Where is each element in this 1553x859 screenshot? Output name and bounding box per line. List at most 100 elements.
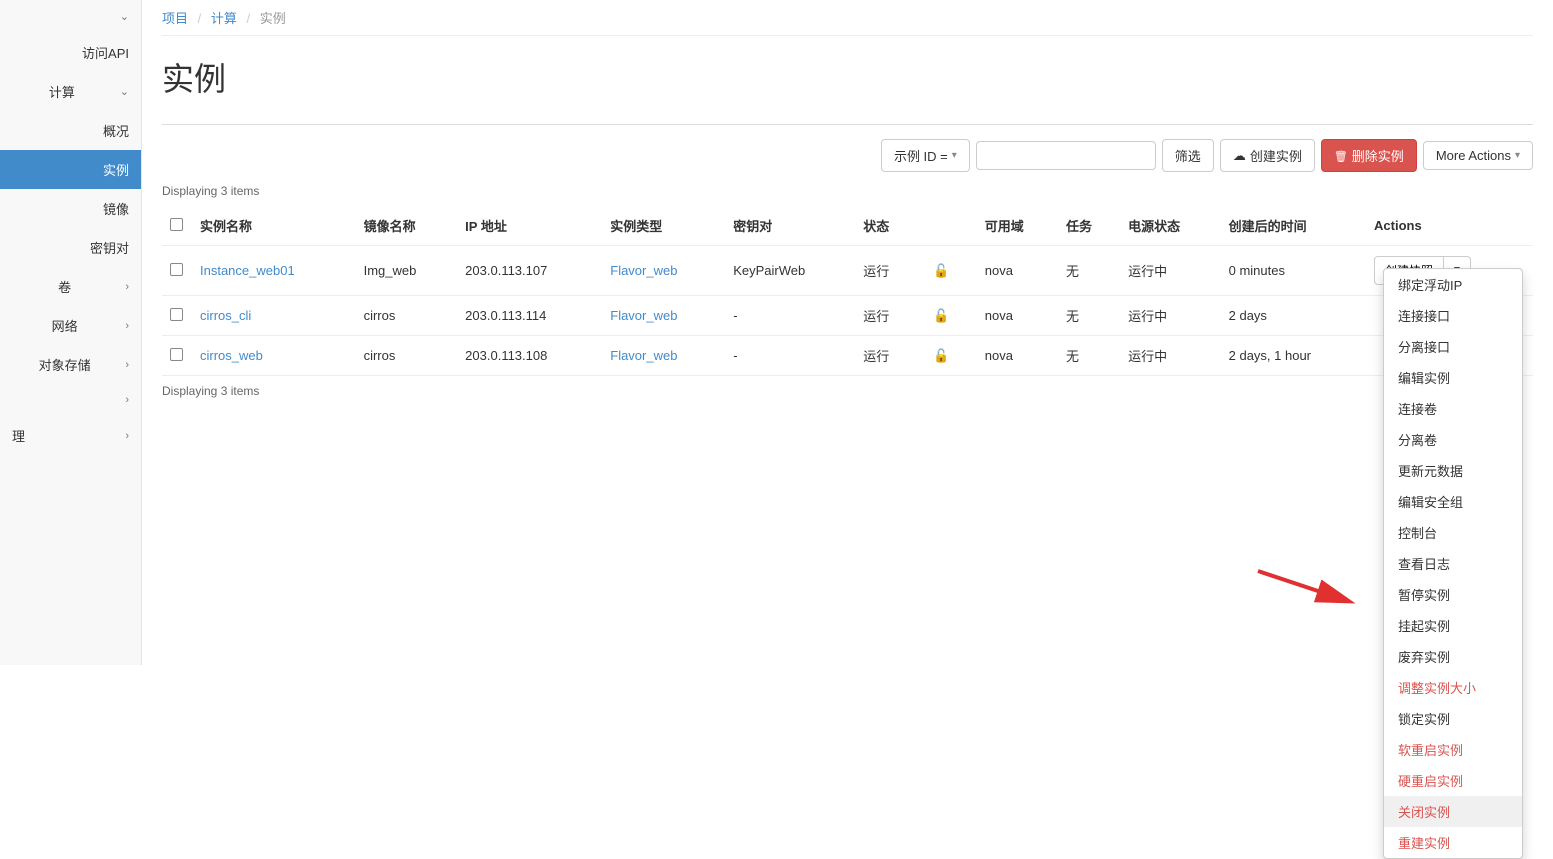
cell-status: 运行 (855, 296, 917, 336)
table-header-row: 实例名称 镜像名称 IP 地址 实例类型 密钥对 状态 可用域 任务 电源状态 … (162, 206, 1533, 246)
cell-lock: 🔓 (917, 296, 976, 336)
dropdown-item[interactable]: 调整实例大小 (1384, 672, 1522, 703)
header-name[interactable]: 实例名称 (192, 206, 356, 246)
breadcrumb-separator: / (198, 11, 202, 26)
sidebar-item-keypairs[interactable]: 密钥对 (0, 228, 141, 267)
header-keypair[interactable]: 密钥对 (725, 206, 855, 246)
header-time[interactable]: 创建后的时间 (1221, 206, 1366, 246)
dropdown-item[interactable]: 重建实例 (1384, 827, 1522, 858)
toolbar: 示例 ID = 筛选 创建实例 删除实例 More Actions (162, 139, 1533, 172)
row-checkbox[interactable] (162, 296, 192, 336)
header-task[interactable]: 任务 (1058, 206, 1120, 246)
dropdown-item[interactable]: 分离卷 (1384, 424, 1522, 455)
breadcrumb-project[interactable]: 项目 (162, 11, 188, 26)
cell-name: cirros_web (192, 336, 356, 376)
delete-instance-button[interactable]: 删除实例 (1321, 139, 1417, 172)
cell-image: Img_web (356, 246, 458, 296)
item-count-top: Displaying 3 items (162, 184, 1533, 198)
cell-zone: nova (977, 246, 1058, 296)
header-flavor[interactable]: 实例类型 (602, 206, 725, 246)
header-image[interactable]: 镜像名称 (356, 206, 458, 246)
header-ip[interactable]: IP 地址 (457, 206, 602, 246)
row-checkbox[interactable] (162, 336, 192, 376)
cell-flavor: Flavor_web (602, 296, 725, 336)
chevron-down-icon: ⌄ (120, 10, 129, 23)
checkbox-icon (170, 263, 183, 276)
filter-button[interactable]: 筛选 (1162, 139, 1214, 172)
filter-input[interactable] (976, 141, 1156, 170)
instance-name-link[interactable]: Instance_web01 (200, 263, 295, 278)
dropdown-item[interactable]: 编辑安全组 (1384, 486, 1522, 517)
checkbox-icon (170, 308, 183, 321)
sidebar-project-toggle[interactable]: ⌄ (0, 0, 141, 33)
flavor-link[interactable]: Flavor_web (610, 308, 677, 323)
item-count-bottom: Displaying 3 items (162, 384, 1533, 398)
cell-lock: 🔓 (917, 336, 976, 376)
sidebar-group-compute[interactable]: 计算⌄ (0, 72, 141, 111)
filter-type-dropdown[interactable]: 示例 ID = (881, 139, 970, 172)
header-zone[interactable]: 可用域 (977, 206, 1058, 246)
cell-time: 2 days (1221, 296, 1366, 336)
create-instance-button[interactable]: 创建实例 (1220, 139, 1315, 172)
dropdown-item[interactable]: 连接卷 (1384, 393, 1522, 424)
sidebar-api-access[interactable]: 访问API (0, 33, 141, 72)
header-actions: Actions (1366, 206, 1533, 246)
dropdown-item[interactable]: 连接接口 (1384, 300, 1522, 331)
sidebar-group-admin[interactable]: 理› (0, 416, 141, 455)
cell-flavor: Flavor_web (602, 336, 725, 376)
dropdown-item[interactable]: 挂起实例 (1384, 610, 1522, 641)
cell-ip: 203.0.113.107 (457, 246, 602, 296)
sidebar-item-images[interactable]: 镜像 (0, 189, 141, 228)
cell-status: 运行 (855, 336, 917, 376)
sidebar-group-volumes[interactable]: 卷› (0, 267, 141, 306)
chevron-right-icon: › (125, 281, 129, 293)
page-title: 实例 (162, 54, 1533, 100)
row-checkbox[interactable] (162, 246, 192, 296)
dropdown-item[interactable]: 关闭实例 (1384, 796, 1522, 827)
more-actions-button[interactable]: More Actions (1423, 141, 1533, 170)
breadcrumb-current: 实例 (260, 11, 286, 26)
dropdown-item[interactable]: 查看日志 (1384, 548, 1522, 579)
header-status[interactable]: 状态 (855, 206, 917, 246)
cell-ip: 203.0.113.114 (457, 296, 602, 336)
dropdown-item[interactable]: 废弃实例 (1384, 641, 1522, 672)
main-content: 项目 / 计算 / 实例 实例 示例 ID = 筛选 创建实例 删除实例 Mor… (142, 0, 1553, 665)
header-checkbox[interactable] (162, 206, 192, 246)
dropdown-item[interactable]: 锁定实例 (1384, 703, 1522, 734)
dropdown-item[interactable]: 暂停实例 (1384, 579, 1522, 610)
breadcrumb-compute[interactable]: 计算 (211, 11, 237, 26)
arrow-annotation (1253, 563, 1363, 613)
cloud-icon (1233, 148, 1246, 164)
dropdown-item[interactable]: 绑定浮动IP (1384, 269, 1522, 300)
dropdown-item[interactable]: 分离接口 (1384, 331, 1522, 362)
dropdown-item[interactable]: 软重启实例 (1384, 734, 1522, 765)
cell-zone: nova (977, 296, 1058, 336)
sidebar-item-instances[interactable]: 实例 (0, 150, 141, 189)
cell-keypair: - (725, 336, 855, 376)
cell-image: cirros (356, 296, 458, 336)
header-lock (917, 206, 976, 246)
sidebar-group-object-storage[interactable]: 对象存储› (0, 345, 141, 384)
dropdown-item[interactable]: 更新元数据 (1384, 455, 1522, 486)
dropdown-item[interactable]: 编辑实例 (1384, 362, 1522, 393)
chevron-right-icon: › (125, 359, 129, 371)
flavor-link[interactable]: Flavor_web (610, 263, 677, 278)
chevron-right-icon: › (125, 430, 129, 442)
breadcrumb: 项目 / 计算 / 实例 (162, 8, 1533, 27)
dropdown-item[interactable]: 硬重启实例 (1384, 765, 1522, 796)
flavor-link[interactable]: Flavor_web (610, 348, 677, 363)
header-power[interactable]: 电源状态 (1120, 206, 1221, 246)
instance-name-link[interactable]: cirros_cli (200, 308, 251, 323)
sidebar-group-network[interactable]: 网络› (0, 306, 141, 345)
cell-name: Instance_web01 (192, 246, 356, 296)
chevron-right-icon: › (125, 394, 129, 406)
sidebar-item-overview[interactable]: 概况 (0, 111, 141, 150)
table-row: cirros_cli cirros 203.0.113.114 Flavor_w… (162, 296, 1533, 336)
dropdown-item[interactable]: 控制台 (1384, 517, 1522, 548)
sidebar-group-extra[interactable]: › (0, 384, 141, 416)
breadcrumb-bar: 项目 / 计算 / 实例 (162, 0, 1533, 36)
chevron-down-icon: ⌄ (120, 85, 129, 98)
unlock-icon: 🔓 (933, 308, 949, 323)
instance-name-link[interactable]: cirros_web (200, 348, 263, 363)
sidebar: ⌄ 访问API 计算⌄ 概况 实例 镜像 密钥对 卷› 网络› 对象存储› › … (0, 0, 142, 665)
